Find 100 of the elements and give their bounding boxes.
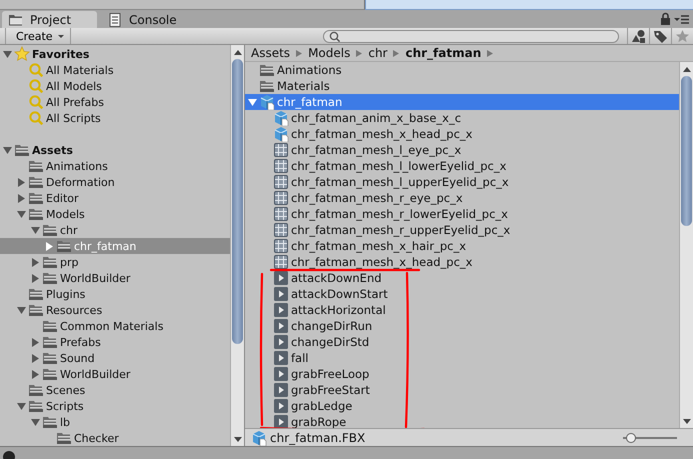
folder-icon [259, 62, 275, 78]
asset-item[interactable]: fall [245, 350, 679, 366]
star-icon[interactable] [675, 28, 690, 44]
cube-icon [273, 110, 289, 126]
folder-icon [28, 158, 44, 174]
menu-icon[interactable] [674, 12, 689, 26]
play-icon [273, 302, 289, 318]
folder-icon [42, 414, 58, 430]
lock-icon[interactable] [660, 12, 671, 26]
cube-icon [251, 430, 267, 446]
breadcrumb-link[interactable]: Assets [251, 46, 290, 60]
expand-arrow-icon [3, 146, 12, 154]
tree-item[interactable]: prp [0, 254, 230, 270]
grid-icon [273, 254, 289, 270]
folder-icon [42, 270, 58, 286]
grid-icon [273, 174, 289, 190]
folder-icon [42, 318, 58, 334]
tree-item[interactable]: Animations [0, 158, 230, 174]
tree-item[interactable]: lb [0, 414, 230, 430]
caret-icon [58, 34, 64, 38]
asset-item[interactable]: attackHorizontal [245, 302, 679, 318]
tag-icon[interactable] [653, 28, 668, 44]
asset-item[interactable]: attackDownEnd [245, 270, 679, 286]
chevron-icon [393, 50, 400, 56]
tree-item[interactable]: Scripts [0, 398, 230, 414]
scrollbar[interactable] [230, 45, 244, 446]
tree-item[interactable]: WorldBuilder [0, 366, 230, 382]
asset-item[interactable]: chr_fatman_mesh_x_head_pc_x [245, 254, 679, 270]
tab[interactable]: Console [101, 11, 196, 28]
slider-thumb[interactable] [626, 432, 636, 442]
folder-icon [28, 302, 44, 318]
asset-item[interactable]: chr_fatman_mesh_r_upperEyelid_pc_x [245, 222, 679, 238]
tree-item[interactable]: Models [0, 206, 230, 222]
tree-item[interactable]: Checker [0, 430, 230, 446]
tree-item[interactable]: Editor [0, 190, 230, 206]
search-icon [329, 30, 340, 42]
asset-item[interactable]: chr_fatman_mesh_x_head_pc_x [245, 126, 679, 142]
tree-label: Assets [32, 144, 73, 156]
tree-item[interactable]: Plugins [0, 286, 230, 302]
play-icon [273, 286, 289, 302]
grid-icon [273, 222, 289, 238]
shapes-icon[interactable] [631, 28, 646, 44]
scrollbar[interactable] [679, 62, 693, 428]
grid-icon [273, 158, 289, 174]
asset-item[interactable]: grabLedge [245, 398, 679, 414]
tree-item[interactable]: Common Materials [0, 318, 230, 334]
zoom-slider[interactable] [623, 432, 677, 442]
asset-item[interactable]: grabFreeLoop [245, 366, 679, 382]
breadcrumb-link[interactable]: chr [368, 46, 388, 60]
asset-item[interactable]: changeDirRun [245, 318, 679, 334]
folder-icon [28, 398, 44, 414]
tree-item[interactable]: All Materials [0, 62, 230, 78]
document-icon [107, 12, 123, 28]
tree-item[interactable]: Prefabs [0, 334, 230, 350]
asset-item[interactable]: attackDownStart [245, 286, 679, 302]
folder-icon [259, 78, 275, 94]
expand-arrow-icon [3, 50, 12, 58]
breadcrumb-link[interactable]: Models [308, 46, 350, 60]
search-field[interactable] [323, 30, 619, 42]
expand-arrow-icon [248, 98, 257, 106]
asset-item[interactable]: chr_fatman_mesh_l_eye_pc_x [245, 142, 679, 158]
folder-icon [28, 174, 44, 190]
folder-icon [56, 238, 72, 254]
asset-item[interactable]: chr_fatman_mesh_x_hair_pc_x [245, 238, 679, 254]
tree-item[interactable]: All Models [0, 78, 230, 94]
chevron-icon [296, 50, 302, 56]
folder-icon [42, 366, 58, 382]
tree-item[interactable]: chr [0, 222, 230, 238]
asset-item[interactable]: chr_fatman_mesh_r_lowerEyelid_pc_x [245, 206, 679, 222]
tree-item[interactable]: Resources [0, 302, 230, 318]
grid-icon [273, 238, 289, 254]
tree-item[interactable]: Scenes [0, 382, 230, 398]
cube-icon [259, 94, 275, 110]
asset-item[interactable]: grabFreeStart [245, 382, 679, 398]
asset-item[interactable]: chr_fatman_anim_x_base_x_c [245, 110, 679, 126]
asset-item[interactable]: chr_fatman_mesh_r_eye_pc_x [245, 190, 679, 206]
play-icon [273, 334, 289, 350]
play-icon [273, 398, 289, 414]
search-icon [28, 94, 44, 110]
tree-item[interactable]: All Prefabs [0, 94, 230, 110]
create-button[interactable]: Create [5, 28, 71, 44]
breadcrumb-link[interactable]: chr_fatman [405, 46, 482, 60]
asset-item[interactable]: Animations [245, 62, 679, 78]
tree-item[interactable]: Favorites [0, 46, 230, 62]
asset-item[interactable]: chr_fatman [245, 94, 679, 110]
folder-icon [42, 222, 58, 238]
tree-item[interactable]: Assets [0, 142, 230, 158]
folder-icon [28, 190, 44, 206]
asset-item[interactable]: chr_fatman_mesh_l_upperEyelid_pc_x [245, 174, 679, 190]
asset-item[interactable]: Materials [245, 78, 679, 94]
play-icon [273, 270, 289, 286]
tree-item[interactable]: Sound [0, 350, 230, 366]
asset-item[interactable]: changeDirStd [245, 334, 679, 350]
tab[interactable]: Project [2, 11, 97, 28]
tree-item[interactable]: Deformation [0, 174, 230, 190]
folder-icon [28, 206, 44, 222]
tree-item[interactable]: All Scripts [0, 110, 230, 126]
asset-item[interactable]: chr_fatman_mesh_l_lowerEyelid_pc_x [245, 158, 679, 174]
tree-item[interactable]: WorldBuilder [0, 270, 230, 286]
search-icon [28, 62, 44, 78]
